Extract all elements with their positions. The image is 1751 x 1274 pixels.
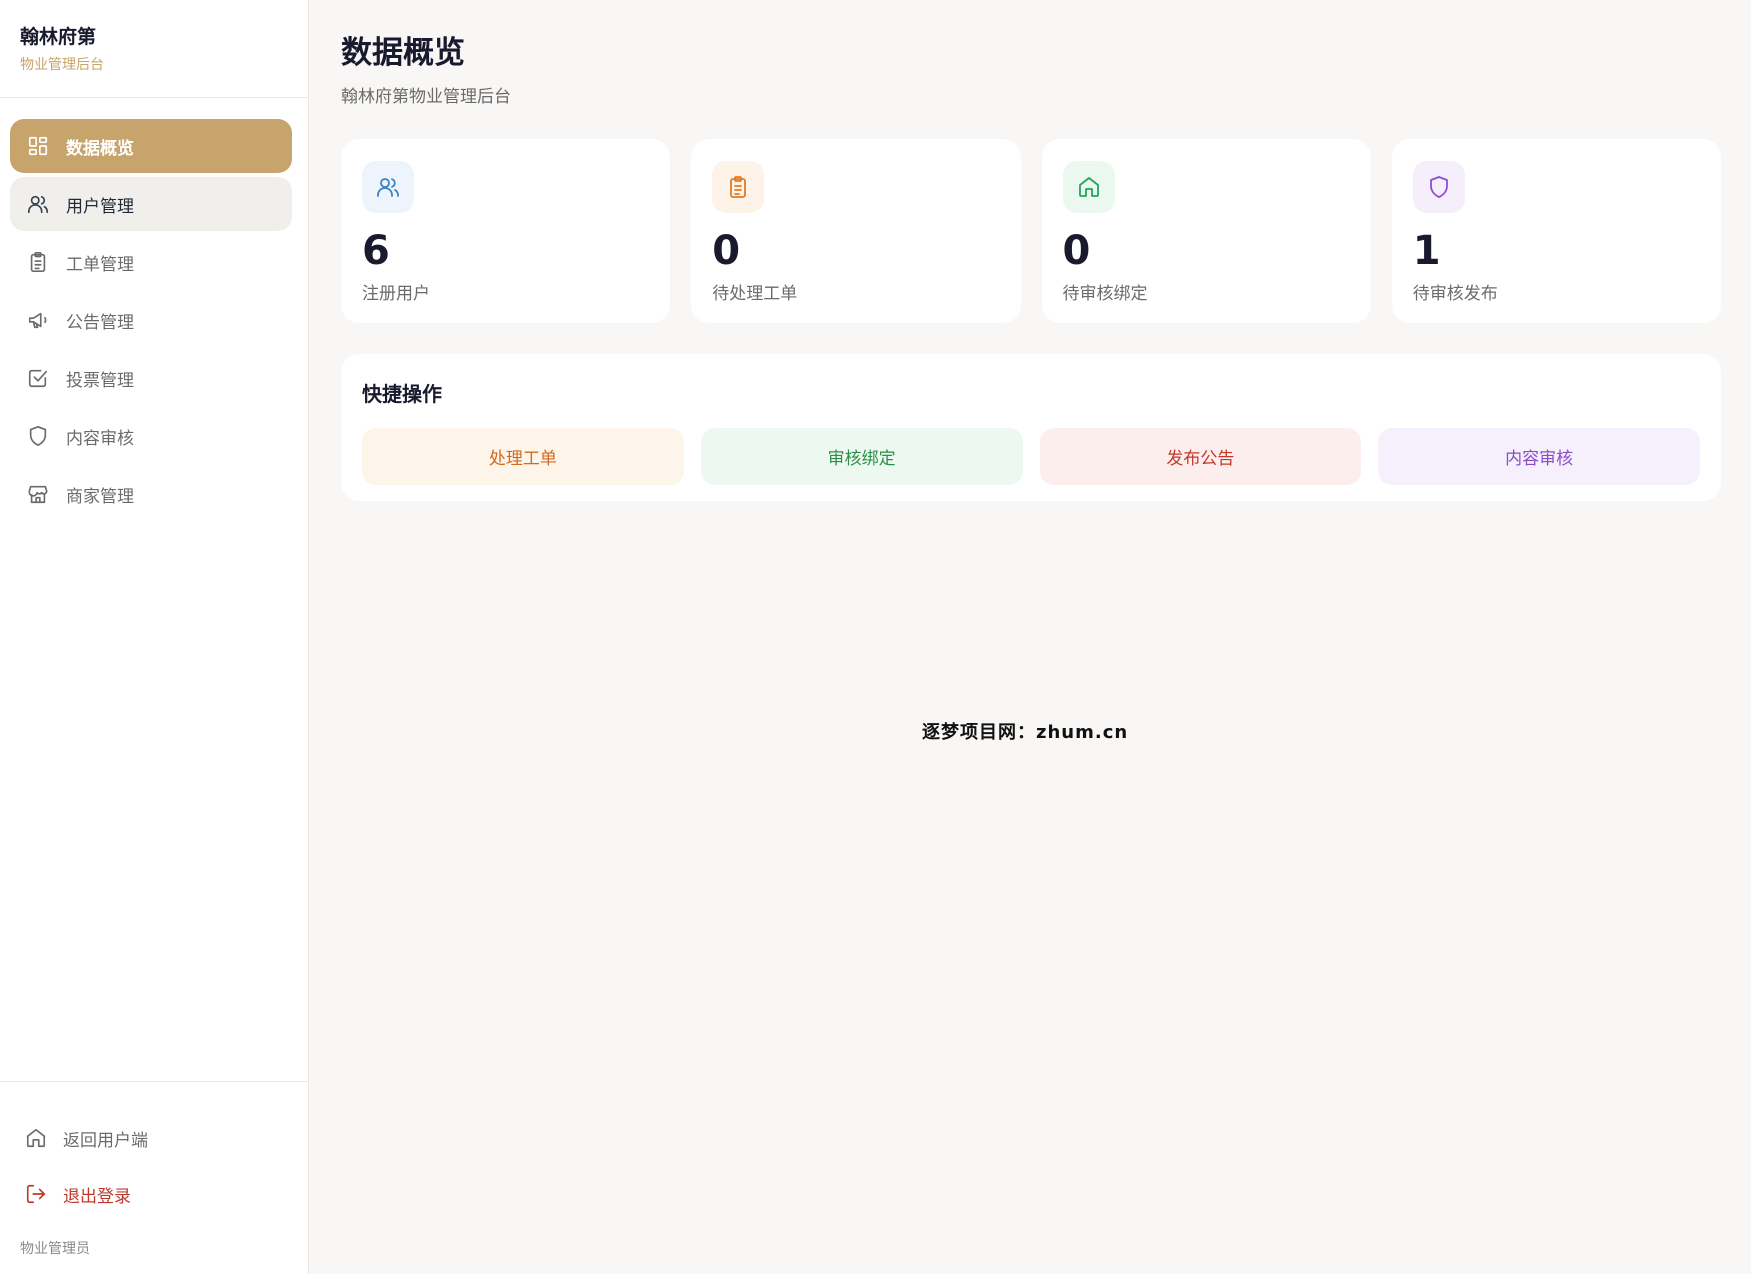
shield-icon bbox=[27, 425, 49, 447]
brand-title: 翰林府第 bbox=[20, 26, 97, 48]
stat-label: 待处理工单 bbox=[712, 284, 798, 304]
sidebar-item-announcements[interactable]: 公告管理 bbox=[10, 293, 292, 347]
quick-actions-row: 处理工单 审核绑定 发布公告 内容审核 bbox=[362, 428, 1700, 485]
brand-subtitle: 物业管理后台 bbox=[20, 57, 104, 73]
stat-value: 6 bbox=[362, 228, 390, 274]
store-icon bbox=[27, 483, 49, 505]
home-icon bbox=[25, 1127, 47, 1149]
sidebar: 翰林府第 物业管理后台 数据概览 用户管理 工单管理 公告管理 投票管理 内容审… bbox=[0, 0, 309, 1274]
sidebar-item-moderation[interactable]: 内容审核 bbox=[10, 409, 292, 463]
logout-icon bbox=[25, 1183, 47, 1205]
sidebar-item-merchants[interactable]: 商家管理 bbox=[10, 467, 292, 521]
sidebar-item-label: 商家管理 bbox=[66, 486, 134, 507]
sidebar-item-label: 用户管理 bbox=[66, 196, 134, 217]
page-title: 数据概览 bbox=[341, 35, 465, 71]
handle-workorders-button[interactable]: 处理工单 bbox=[362, 428, 684, 485]
home-icon bbox=[1078, 177, 1099, 197]
page-subtitle: 翰林府第物业管理后台 bbox=[341, 87, 511, 107]
sidebar-nav: 数据概览 用户管理 工单管理 公告管理 投票管理 内容审核 商家管理 bbox=[0, 98, 308, 521]
sidebar-item-label: 投票管理 bbox=[66, 370, 134, 391]
stat-card-users: 6 注册用户 bbox=[341, 139, 671, 323]
sidebar-item-label: 工单管理 bbox=[66, 254, 134, 275]
sidebar-footer: 返回用户端 退出登录 物业管理员 bbox=[0, 1081, 309, 1258]
stat-label: 待审核发布 bbox=[1412, 284, 1498, 304]
watermark: 逐梦项目网：zhum.cn bbox=[922, 722, 1129, 743]
stat-label: 待审核绑定 bbox=[1062, 284, 1148, 304]
logout-label: 退出登录 bbox=[63, 1186, 131, 1207]
logout-button[interactable]: 退出登录 bbox=[0, 1166, 309, 1222]
back-to-user-link[interactable]: 返回用户端 bbox=[0, 1110, 309, 1166]
megaphone-icon bbox=[27, 309, 49, 331]
main-content: 数据概览 翰林府第物业管理后台 6 注册用户 0 待处理工单 0 待审核绑定 1… bbox=[341, 0, 1721, 501]
brand: 翰林府第 物业管理后台 bbox=[0, 0, 308, 98]
stat-label: 注册用户 bbox=[362, 284, 430, 304]
stat-value: 0 bbox=[712, 228, 741, 274]
stats-row: 6 注册用户 0 待处理工单 0 待审核绑定 1 待审核发布 bbox=[341, 139, 1721, 323]
stat-value: 0 bbox=[1062, 228, 1091, 274]
stat-card-publish: 1 待审核发布 bbox=[1391, 139, 1721, 323]
sidebar-item-votes[interactable]: 投票管理 bbox=[10, 351, 292, 405]
sidebar-item-dashboard[interactable]: 数据概览 bbox=[10, 119, 292, 173]
stat-card-bindings: 0 待审核绑定 bbox=[1041, 139, 1371, 323]
dashboard-icon bbox=[27, 135, 49, 157]
stat-icon-bg bbox=[712, 161, 765, 213]
review-binding-button[interactable]: 审核绑定 bbox=[700, 428, 1023, 485]
stat-value: 1 bbox=[1412, 228, 1441, 274]
content-review-button[interactable]: 内容审核 bbox=[1378, 428, 1700, 485]
stat-icon-bg bbox=[1412, 161, 1465, 213]
stat-icon-bg bbox=[362, 161, 414, 213]
checkbox-icon bbox=[27, 367, 49, 389]
clipboard-icon bbox=[27, 251, 49, 273]
quick-actions-panel: 快捷操作 处理工单 审核绑定 发布公告 内容审核 bbox=[341, 354, 1721, 501]
stat-icon-bg bbox=[1062, 161, 1115, 213]
users-icon bbox=[377, 178, 399, 197]
sidebar-item-workorders[interactable]: 工单管理 bbox=[10, 235, 292, 289]
sidebar-item-label: 数据概览 bbox=[66, 138, 134, 159]
clipboard-icon bbox=[730, 176, 747, 198]
back-to-user-label: 返回用户端 bbox=[63, 1130, 148, 1151]
sidebar-item-label: 公告管理 bbox=[66, 312, 134, 333]
publish-announcement-button[interactable]: 发布公告 bbox=[1039, 428, 1362, 485]
users-icon bbox=[27, 193, 49, 215]
stat-card-workorders: 0 待处理工单 bbox=[691, 139, 1021, 323]
user-role: 物业管理员 bbox=[20, 1241, 90, 1257]
sidebar-item-label: 内容审核 bbox=[66, 428, 134, 449]
shield-icon bbox=[1429, 176, 1448, 198]
sidebar-item-users[interactable]: 用户管理 bbox=[10, 177, 292, 231]
quick-actions-title: 快捷操作 bbox=[362, 382, 442, 406]
